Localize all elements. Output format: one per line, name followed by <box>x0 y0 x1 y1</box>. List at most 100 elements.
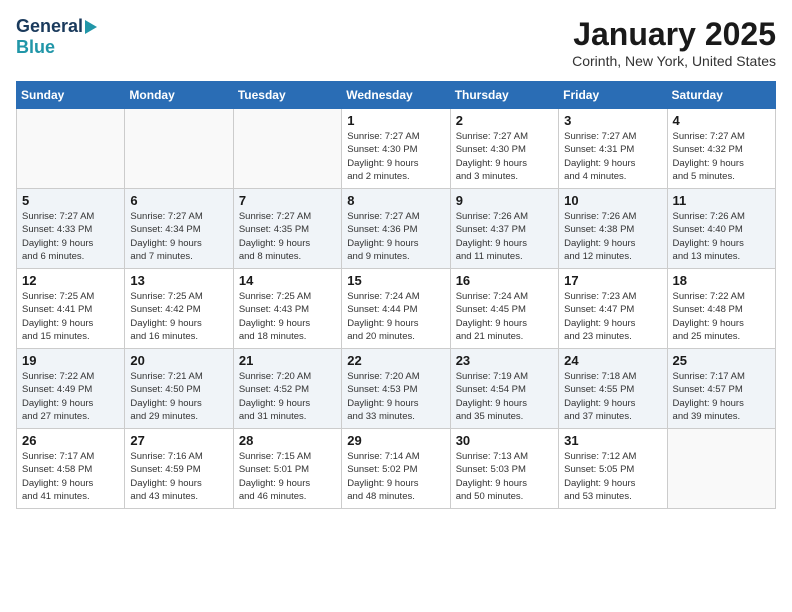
calendar-cell: 15 Sunrise: 7:24 AM Sunset: 4:44 PM Dayli… <box>342 269 450 349</box>
calendar-cell: 24 Sunrise: 7:18 AM Sunset: 4:55 PM Dayli… <box>559 349 667 429</box>
day-info: Sunrise: 7:13 AM Sunset: 5:03 PM Dayligh… <box>456 450 553 503</box>
day-info: Sunrise: 7:27 AM Sunset: 4:31 PM Dayligh… <box>564 130 661 183</box>
calendar-week-row: 1 Sunrise: 7:27 AM Sunset: 4:30 PM Daylig… <box>17 109 776 189</box>
day-info: Sunrise: 7:16 AM Sunset: 4:59 PM Dayligh… <box>130 450 227 503</box>
day-number: 17 <box>564 273 661 288</box>
day-info: Sunrise: 7:27 AM Sunset: 4:32 PM Dayligh… <box>673 130 770 183</box>
day-info: Sunrise: 7:21 AM Sunset: 4:50 PM Dayligh… <box>130 370 227 423</box>
calendar-cell <box>233 109 341 189</box>
day-info: Sunrise: 7:26 AM Sunset: 4:40 PM Dayligh… <box>673 210 770 263</box>
day-number: 13 <box>130 273 227 288</box>
day-number: 16 <box>456 273 553 288</box>
day-number: 7 <box>239 193 336 208</box>
calendar-cell: 6 Sunrise: 7:27 AM Sunset: 4:34 PM Daylig… <box>125 189 233 269</box>
calendar-cell: 3 Sunrise: 7:27 AM Sunset: 4:31 PM Daylig… <box>559 109 667 189</box>
calendar-cell: 7 Sunrise: 7:27 AM Sunset: 4:35 PM Daylig… <box>233 189 341 269</box>
logo-blue: Blue <box>16 37 55 57</box>
day-number: 25 <box>673 353 770 368</box>
day-number: 23 <box>456 353 553 368</box>
day-number: 15 <box>347 273 444 288</box>
calendar-cell: 17 Sunrise: 7:23 AM Sunset: 4:47 PM Dayli… <box>559 269 667 349</box>
header-day-thursday: Thursday <box>450 82 558 109</box>
calendar-title-section: January 2025 Corinth, New York, United S… <box>572 16 776 69</box>
day-number: 1 <box>347 113 444 128</box>
day-number: 29 <box>347 433 444 448</box>
day-info: Sunrise: 7:20 AM Sunset: 4:52 PM Dayligh… <box>239 370 336 423</box>
day-info: Sunrise: 7:14 AM Sunset: 5:02 PM Dayligh… <box>347 450 444 503</box>
day-info: Sunrise: 7:15 AM Sunset: 5:01 PM Dayligh… <box>239 450 336 503</box>
day-number: 27 <box>130 433 227 448</box>
day-info: Sunrise: 7:22 AM Sunset: 4:49 PM Dayligh… <box>22 370 119 423</box>
calendar-cell: 26 Sunrise: 7:17 AM Sunset: 4:58 PM Dayli… <box>17 429 125 509</box>
day-number: 24 <box>564 353 661 368</box>
day-number: 11 <box>673 193 770 208</box>
calendar-cell: 25 Sunrise: 7:17 AM Sunset: 4:57 PM Dayli… <box>667 349 775 429</box>
day-info: Sunrise: 7:19 AM Sunset: 4:54 PM Dayligh… <box>456 370 553 423</box>
day-info: Sunrise: 7:17 AM Sunset: 4:57 PM Dayligh… <box>673 370 770 423</box>
calendar-cell: 13 Sunrise: 7:25 AM Sunset: 4:42 PM Dayli… <box>125 269 233 349</box>
day-number: 20 <box>130 353 227 368</box>
day-number: 5 <box>22 193 119 208</box>
day-info: Sunrise: 7:27 AM Sunset: 4:30 PM Dayligh… <box>347 130 444 183</box>
day-number: 19 <box>22 353 119 368</box>
calendar-cell: 29 Sunrise: 7:14 AM Sunset: 5:02 PM Dayli… <box>342 429 450 509</box>
day-info: Sunrise: 7:20 AM Sunset: 4:53 PM Dayligh… <box>347 370 444 423</box>
logo-general: General <box>16 16 83 37</box>
day-info: Sunrise: 7:25 AM Sunset: 4:42 PM Dayligh… <box>130 290 227 343</box>
calendar-week-row: 26 Sunrise: 7:17 AM Sunset: 4:58 PM Dayli… <box>17 429 776 509</box>
calendar-cell: 5 Sunrise: 7:27 AM Sunset: 4:33 PM Daylig… <box>17 189 125 269</box>
logo: General Blue <box>16 16 97 58</box>
day-number: 6 <box>130 193 227 208</box>
calendar-cell <box>125 109 233 189</box>
day-info: Sunrise: 7:27 AM Sunset: 4:30 PM Dayligh… <box>456 130 553 183</box>
day-info: Sunrise: 7:23 AM Sunset: 4:47 PM Dayligh… <box>564 290 661 343</box>
calendar-week-row: 19 Sunrise: 7:22 AM Sunset: 4:49 PM Dayli… <box>17 349 776 429</box>
day-number: 30 <box>456 433 553 448</box>
calendar-cell: 31 Sunrise: 7:12 AM Sunset: 5:05 PM Dayli… <box>559 429 667 509</box>
calendar-cell: 8 Sunrise: 7:27 AM Sunset: 4:36 PM Daylig… <box>342 189 450 269</box>
day-number: 8 <box>347 193 444 208</box>
header-day-wednesday: Wednesday <box>342 82 450 109</box>
header-day-saturday: Saturday <box>667 82 775 109</box>
day-info: Sunrise: 7:27 AM Sunset: 4:34 PM Dayligh… <box>130 210 227 263</box>
day-info: Sunrise: 7:27 AM Sunset: 4:35 PM Dayligh… <box>239 210 336 263</box>
day-info: Sunrise: 7:27 AM Sunset: 4:36 PM Dayligh… <box>347 210 444 263</box>
day-info: Sunrise: 7:25 AM Sunset: 4:41 PM Dayligh… <box>22 290 119 343</box>
day-info: Sunrise: 7:26 AM Sunset: 4:38 PM Dayligh… <box>564 210 661 263</box>
logo-arrow-icon <box>85 20 97 34</box>
header-day-friday: Friday <box>559 82 667 109</box>
day-number: 12 <box>22 273 119 288</box>
day-info: Sunrise: 7:12 AM Sunset: 5:05 PM Dayligh… <box>564 450 661 503</box>
day-info: Sunrise: 7:22 AM Sunset: 4:48 PM Dayligh… <box>673 290 770 343</box>
day-info: Sunrise: 7:17 AM Sunset: 4:58 PM Dayligh… <box>22 450 119 503</box>
day-number: 21 <box>239 353 336 368</box>
calendar-cell: 16 Sunrise: 7:24 AM Sunset: 4:45 PM Dayli… <box>450 269 558 349</box>
calendar-subtitle: Corinth, New York, United States <box>572 53 776 69</box>
day-info: Sunrise: 7:25 AM Sunset: 4:43 PM Dayligh… <box>239 290 336 343</box>
day-number: 18 <box>673 273 770 288</box>
day-number: 26 <box>22 433 119 448</box>
page-header: General Blue January 2025 Corinth, New Y… <box>16 16 776 69</box>
day-number: 3 <box>564 113 661 128</box>
calendar-cell: 20 Sunrise: 7:21 AM Sunset: 4:50 PM Dayli… <box>125 349 233 429</box>
calendar-cell: 12 Sunrise: 7:25 AM Sunset: 4:41 PM Dayli… <box>17 269 125 349</box>
day-number: 9 <box>456 193 553 208</box>
day-number: 31 <box>564 433 661 448</box>
day-number: 28 <box>239 433 336 448</box>
day-number: 10 <box>564 193 661 208</box>
calendar-cell: 27 Sunrise: 7:16 AM Sunset: 4:59 PM Dayli… <box>125 429 233 509</box>
day-number: 14 <box>239 273 336 288</box>
header-day-sunday: Sunday <box>17 82 125 109</box>
header-day-tuesday: Tuesday <box>233 82 341 109</box>
day-number: 2 <box>456 113 553 128</box>
calendar-cell: 1 Sunrise: 7:27 AM Sunset: 4:30 PM Daylig… <box>342 109 450 189</box>
calendar-cell <box>17 109 125 189</box>
day-info: Sunrise: 7:24 AM Sunset: 4:44 PM Dayligh… <box>347 290 444 343</box>
day-info: Sunrise: 7:18 AM Sunset: 4:55 PM Dayligh… <box>564 370 661 423</box>
header-day-monday: Monday <box>125 82 233 109</box>
calendar-cell: 11 Sunrise: 7:26 AM Sunset: 4:40 PM Dayli… <box>667 189 775 269</box>
calendar-cell: 21 Sunrise: 7:20 AM Sunset: 4:52 PM Dayli… <box>233 349 341 429</box>
day-info: Sunrise: 7:24 AM Sunset: 4:45 PM Dayligh… <box>456 290 553 343</box>
calendar-cell: 23 Sunrise: 7:19 AM Sunset: 4:54 PM Dayli… <box>450 349 558 429</box>
day-info: Sunrise: 7:27 AM Sunset: 4:33 PM Dayligh… <box>22 210 119 263</box>
